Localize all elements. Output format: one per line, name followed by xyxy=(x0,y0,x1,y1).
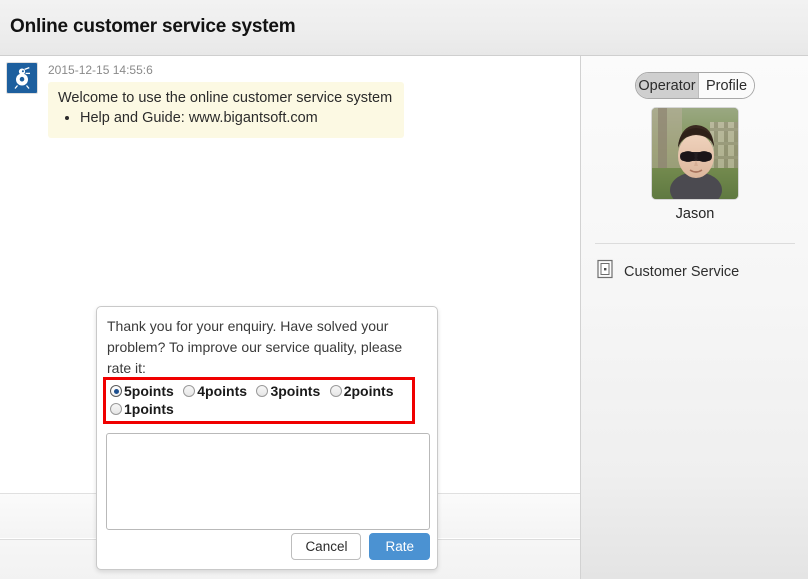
sidebar-item-label: Customer Service xyxy=(624,263,740,280)
rating-option-label: 1points xyxy=(124,401,174,418)
sidebar-item-customer-service[interactable]: Customer Service xyxy=(596,259,739,284)
avatar xyxy=(651,107,739,200)
rating-option-5points[interactable]: 5points xyxy=(110,382,174,400)
rating-comment-input[interactable] xyxy=(106,433,430,530)
rating-option-3points[interactable]: 3points xyxy=(256,382,320,400)
rating-radio-group: 5points 4points 3points 2points 1points xyxy=(103,377,415,425)
rating-prompt-text: Thank you for your enquiry. Have solved … xyxy=(107,318,403,376)
rating-option-label: 5points xyxy=(124,383,174,399)
rating-option-label: 2points xyxy=(343,383,394,399)
radio-button-icon[interactable] xyxy=(183,385,196,397)
rate-button[interactable]: Rate xyxy=(369,533,430,560)
chat-pane: 2015-12-15 14:55:6 Welcome to use the on… xyxy=(0,56,580,579)
panel-divider xyxy=(595,243,795,244)
cancel-button[interactable]: Cancel xyxy=(291,533,362,560)
page-title: Online customer service system xyxy=(10,16,296,37)
radio-button-icon[interactable] xyxy=(110,385,122,397)
message-text: Welcome to use the online customer servi… xyxy=(58,90,393,106)
message-bubble: Welcome to use the online customer servi… xyxy=(48,82,404,138)
contact-card-icon xyxy=(596,259,614,284)
rating-option-1points[interactable]: 1points xyxy=(110,400,174,418)
rating-option-4points[interactable]: 4points xyxy=(183,382,247,400)
message-bullet-list: Help and Guide: www.bigantsoft.com xyxy=(58,108,394,128)
rating-option-label: 3points xyxy=(270,383,321,399)
rating-dialog-actions: Cancel Rate xyxy=(291,533,430,560)
window-titlebar: Online customer service system xyxy=(0,0,808,56)
rating-dialog: Thank you for your enquiry. Have solved … xyxy=(96,306,438,570)
tab-profile[interactable]: Profile xyxy=(698,73,754,98)
list-item: Help and Guide: www.bigantsoft.com xyxy=(80,108,394,128)
tab-operator[interactable]: Operator xyxy=(636,73,698,98)
radio-button-icon[interactable] xyxy=(256,385,269,397)
rating-option-label: 4points xyxy=(197,383,248,399)
radio-button-icon[interactable] xyxy=(329,385,342,397)
message-timestamp: 2015-12-15 14:55:6 xyxy=(48,63,153,77)
operator-profile-tabs: Operator Profile xyxy=(635,72,755,99)
rating-option-2points[interactable]: 2points xyxy=(329,382,394,400)
bigant-logo-icon xyxy=(6,62,38,94)
online-customer-service-window: Online customer service system 2015-12-1… xyxy=(0,0,808,579)
radio-button-icon[interactable] xyxy=(110,403,122,416)
operator-name: Jason xyxy=(675,206,715,222)
operator-panel: Operator Profile Jason Customer Service xyxy=(580,56,808,579)
